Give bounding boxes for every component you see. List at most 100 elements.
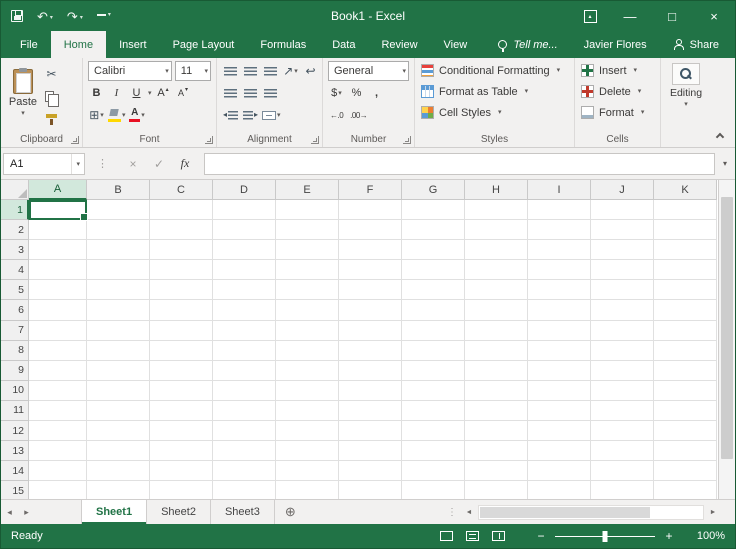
cell-j2[interactable] bbox=[591, 220, 654, 241]
row-header-2[interactable]: 2 bbox=[1, 220, 29, 241]
cell-i9[interactable] bbox=[528, 360, 591, 381]
row-header-9[interactable]: 9 bbox=[1, 360, 29, 381]
column-header-g[interactable]: G bbox=[402, 180, 465, 200]
font-name-dropdown-icon[interactable]: ▾ bbox=[165, 68, 169, 75]
row-header-13[interactable]: 13 bbox=[1, 441, 29, 462]
cell-i7[interactable] bbox=[528, 320, 591, 341]
collapse-ribbon-button[interactable] bbox=[715, 132, 725, 142]
undo-button[interactable]: ↶ ▾ bbox=[37, 10, 53, 23]
cell-g1[interactable] bbox=[402, 200, 465, 221]
cell-e4[interactable] bbox=[276, 260, 339, 281]
cell-a4[interactable] bbox=[29, 260, 87, 281]
cell-h4[interactable] bbox=[465, 260, 528, 281]
cell-a5[interactable] bbox=[29, 280, 87, 301]
orientation-button[interactable]: ↗ ▾ bbox=[282, 62, 299, 81]
increase-indent-button[interactable]: ▸ bbox=[242, 106, 259, 125]
row-header-15[interactable]: 15 bbox=[1, 481, 29, 499]
cell-k15[interactable] bbox=[654, 481, 717, 499]
name-box[interactable]: A1 ▾ bbox=[3, 152, 85, 175]
cell-h10[interactable] bbox=[465, 380, 528, 401]
merge-center-dropdown-icon[interactable]: ▾ bbox=[277, 112, 281, 119]
new-sheet-button[interactable]: ⊕ bbox=[275, 500, 306, 524]
sheet-tab-sheet3[interactable]: Sheet3 bbox=[211, 500, 275, 524]
cell-j6[interactable] bbox=[591, 300, 654, 321]
font-dialog-launcher[interactable] bbox=[205, 136, 213, 144]
cell-j9[interactable] bbox=[591, 360, 654, 381]
cell-h12[interactable] bbox=[465, 421, 528, 442]
orientation-dropdown-icon[interactable]: ▾ bbox=[294, 68, 298, 75]
cell-b14[interactable] bbox=[87, 461, 150, 482]
cell-d13[interactable] bbox=[213, 441, 276, 462]
cell-b5[interactable] bbox=[87, 280, 150, 301]
cell-a7[interactable] bbox=[29, 320, 87, 341]
cell-i14[interactable] bbox=[528, 461, 591, 482]
zoom-level[interactable]: 100% bbox=[685, 530, 725, 542]
cell-c3[interactable] bbox=[150, 240, 213, 261]
cell-h5[interactable] bbox=[465, 280, 528, 301]
conditional-formatting-button[interactable]: Conditional Formatting ▾ bbox=[417, 60, 572, 81]
cell-b12[interactable] bbox=[87, 421, 150, 442]
cell-f1[interactable] bbox=[339, 200, 402, 221]
cell-e9[interactable] bbox=[276, 360, 339, 381]
cell-d8[interactable] bbox=[213, 340, 276, 361]
row-header-1[interactable]: 1 bbox=[1, 200, 29, 221]
cell-k8[interactable] bbox=[654, 340, 717, 361]
cell-d5[interactable] bbox=[213, 280, 276, 301]
cell-f11[interactable] bbox=[339, 400, 402, 422]
bold-button[interactable]: B bbox=[88, 84, 105, 103]
expand-formula-bar-icon[interactable]: ▾ bbox=[715, 159, 735, 168]
cell-k11[interactable] bbox=[654, 400, 717, 422]
cell-f15[interactable] bbox=[339, 481, 402, 499]
enter-button[interactable]: ✓ bbox=[146, 153, 172, 175]
insert-cells-button[interactable]: Insert ▾ bbox=[577, 60, 658, 81]
cell-c7[interactable] bbox=[150, 320, 213, 341]
cell-e15[interactable] bbox=[276, 481, 339, 499]
borders-dropdown-icon[interactable]: ▾ bbox=[100, 112, 104, 119]
cell-g4[interactable] bbox=[402, 260, 465, 281]
cell-g7[interactable] bbox=[402, 320, 465, 341]
cell-a14[interactable] bbox=[29, 461, 87, 482]
cell-b4[interactable] bbox=[87, 260, 150, 281]
cell-a11[interactable] bbox=[29, 400, 87, 422]
zoom-in-button[interactable]: + bbox=[661, 529, 677, 543]
paste-button[interactable]: Paste ▾ bbox=[3, 60, 43, 126]
tab-file[interactable]: File bbox=[7, 31, 51, 58]
cell-f6[interactable] bbox=[339, 300, 402, 321]
cell-g3[interactable] bbox=[402, 240, 465, 261]
cell-f3[interactable] bbox=[339, 240, 402, 261]
user-account-button[interactable]: Javier Flores bbox=[570, 39, 661, 51]
formula-input[interactable] bbox=[204, 152, 715, 175]
cell-b10[interactable] bbox=[87, 380, 150, 401]
fill-color-dropdown-icon[interactable]: ▾ bbox=[122, 112, 126, 119]
row-header-6[interactable]: 6 bbox=[1, 300, 29, 321]
zoom-slider-thumb[interactable] bbox=[602, 530, 608, 542]
cell-k5[interactable] bbox=[654, 280, 717, 301]
tab-insert[interactable]: Insert bbox=[106, 31, 160, 58]
normal-view-button[interactable] bbox=[433, 524, 459, 548]
font-size-dropdown-icon[interactable]: ▾ bbox=[204, 68, 208, 75]
customize-quick-access-button[interactable]: ▾ bbox=[96, 12, 111, 20]
cell-b15[interactable] bbox=[87, 481, 150, 499]
cell-j13[interactable] bbox=[591, 441, 654, 462]
cell-b3[interactable] bbox=[87, 240, 150, 261]
cell-i2[interactable] bbox=[528, 220, 591, 241]
cell-c12[interactable] bbox=[150, 421, 213, 442]
column-header-d[interactable]: D bbox=[213, 180, 276, 200]
cell-h7[interactable] bbox=[465, 320, 528, 341]
name-box-dropdown-icon[interactable]: ▾ bbox=[71, 153, 84, 174]
cell-a2[interactable] bbox=[29, 220, 87, 241]
tab-home[interactable]: Home bbox=[50, 31, 107, 58]
editing-button[interactable]: Editing ▾ bbox=[663, 60, 709, 108]
fill-color-button[interactable]: ▾ bbox=[108, 106, 126, 125]
row-header-11[interactable]: 11 bbox=[1, 400, 29, 422]
cell-g11[interactable] bbox=[402, 400, 465, 422]
cell-d14[interactable] bbox=[213, 461, 276, 482]
cell-b11[interactable] bbox=[87, 400, 150, 422]
cell-i6[interactable] bbox=[528, 300, 591, 321]
cell-k14[interactable] bbox=[654, 461, 717, 482]
cell-c2[interactable] bbox=[150, 220, 213, 241]
formula-bar-handle[interactable]: ⋮ bbox=[97, 157, 108, 170]
cell-e10[interactable] bbox=[276, 380, 339, 401]
accounting-format-button[interactable]: $ ▾ bbox=[328, 84, 345, 103]
cell-k6[interactable] bbox=[654, 300, 717, 321]
